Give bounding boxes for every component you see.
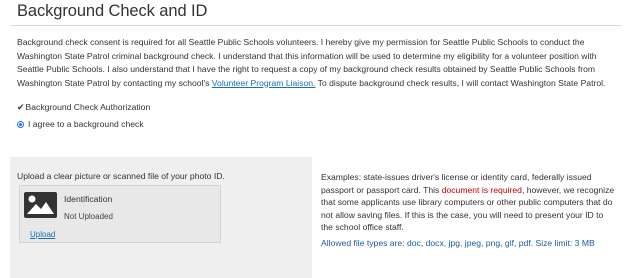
checkmark-icon: ✔ [17,102,25,112]
authorization-label: ✔Background Check Authorization [17,102,150,113]
allowed-file-types: Allowed file types are: doc, docx, jpg, … [321,238,595,248]
section-title: Background Check and ID [17,2,208,20]
consent-text-after: To dispute background check results, I w… [315,77,606,88]
authorization-text: Background Check Authorization [25,102,151,112]
document-required-text: document is required [441,184,522,195]
id-examples-text: Examples: state-issues driver's license … [321,171,615,234]
agree-radio-label[interactable]: I agree to a background check [28,119,144,129]
upload-prompt: Upload a clear picture or scanned file o… [17,171,225,181]
upload-link[interactable]: Upload [30,230,55,239]
id-upload-status: Not Uploaded [64,212,113,221]
agree-radio[interactable] [17,120,24,128]
id-document-name: Identification [64,194,113,204]
title-divider [10,25,622,26]
consent-paragraph: Background check consent is required for… [17,36,613,90]
radio-selected-dot [19,122,22,126]
agree-radio-option[interactable]: I agree to a background check [17,119,144,129]
volunteer-liaison-link[interactable]: Volunteer Program Liaison. [212,78,316,88]
image-placeholder-icon [24,192,57,218]
